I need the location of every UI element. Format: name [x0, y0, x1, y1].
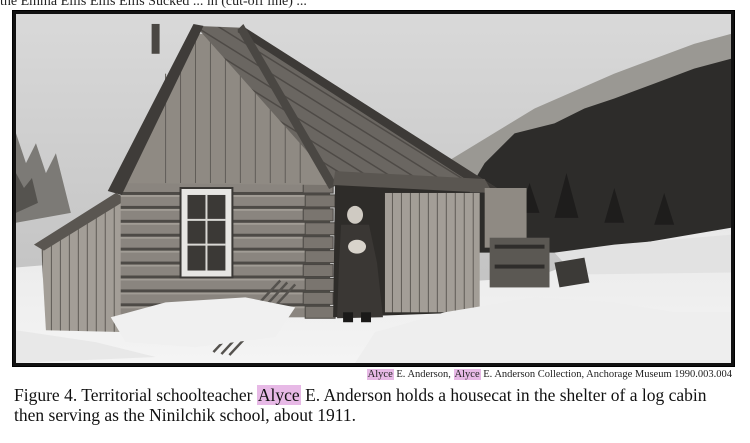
photo-credit: Alyce E. Anderson, Alyce E. Anderson Col… [366, 369, 732, 380]
credit-text-1: E. Anderson, [393, 369, 454, 380]
credit-text-2: E. Anderson Collection, Anchorage Museum… [480, 369, 732, 380]
caption-prefix: Figure 4. Territorial schoolteacher [14, 385, 257, 405]
credit-highlight-name-2: Alyce [453, 369, 481, 380]
figure-caption: Figure 4. Territorial schoolteacher Alyc… [14, 385, 739, 425]
photograph-frame [12, 10, 735, 367]
cabin-photo-illustration [16, 14, 731, 363]
cut-off-text-line: the Emma Ellis Ellis Ellis Sucked ... in… [0, 0, 307, 8]
caption-highlight-name: Alyce [256, 385, 301, 405]
photograph [16, 14, 731, 363]
credit-highlight-name-1: Alyce [366, 369, 394, 380]
